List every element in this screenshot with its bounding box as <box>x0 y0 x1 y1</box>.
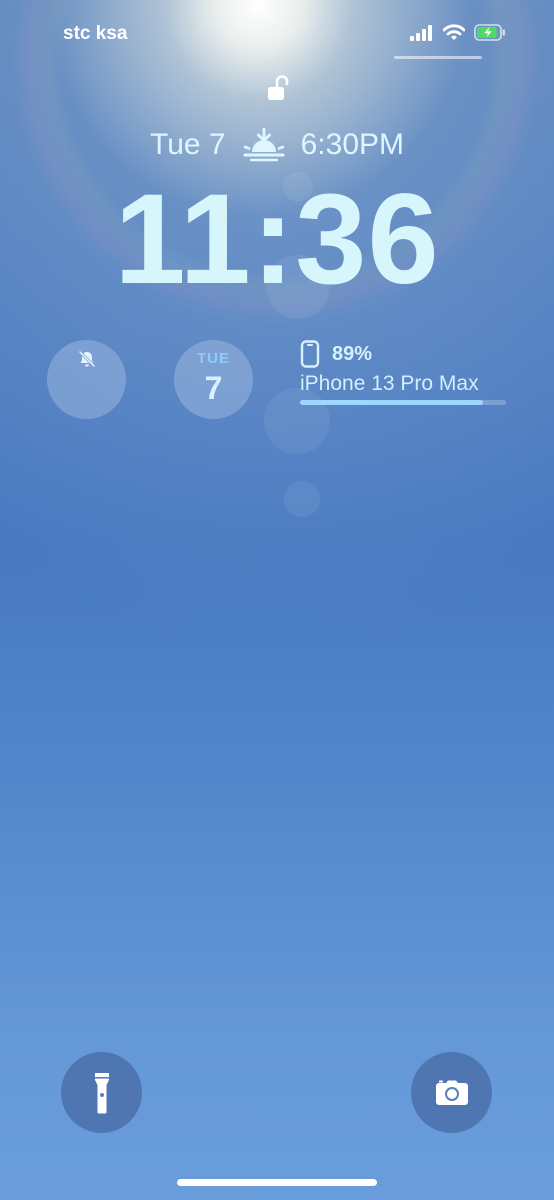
battery-level-fill <box>300 400 484 405</box>
battery-percent: 89% <box>332 342 373 365</box>
date-text: Tue 7 <box>150 128 226 161</box>
status-bar: stc ksa <box>0 0 554 70</box>
status-icons <box>410 24 506 41</box>
camera-button[interactable] <box>411 1052 492 1133</box>
iphone-icon <box>300 340 320 368</box>
flashlight-button[interactable] <box>61 1052 142 1133</box>
camera-icon <box>435 1080 468 1105</box>
wifi-icon <box>443 24 465 40</box>
calendar-weekday: TUE <box>197 350 230 367</box>
carrier-name: stc ksa <box>63 23 128 44</box>
device-name: iPhone 13 Pro Max <box>300 372 479 395</box>
sunset-icon <box>243 128 285 162</box>
status-underline <box>394 56 482 59</box>
battery-charging-icon <box>474 24 505 41</box>
battery-widget[interactable]: 89% iPhone 13 Pro Max <box>300 340 510 410</box>
unlocked-padlock-icon <box>268 75 289 100</box>
calendar-day-number: 7 <box>204 370 223 406</box>
lens-flare <box>284 481 320 517</box>
flashlight-icon <box>94 1072 109 1113</box>
event-time-text: 6:30PM <box>300 128 404 161</box>
calendar-widget[interactable]: TUE 7 <box>174 340 253 419</box>
silent-mode-widget[interactable] <box>47 340 126 419</box>
bell-slash-icon <box>78 350 96 368</box>
signal-icon <box>410 24 432 41</box>
home-indicator[interactable] <box>177 1179 377 1186</box>
battery-level-bar <box>300 400 506 405</box>
date-line[interactable]: Tue 7 6:30PM <box>0 128 554 162</box>
lock-screen-clock[interactable]: 11:36 <box>0 170 554 310</box>
